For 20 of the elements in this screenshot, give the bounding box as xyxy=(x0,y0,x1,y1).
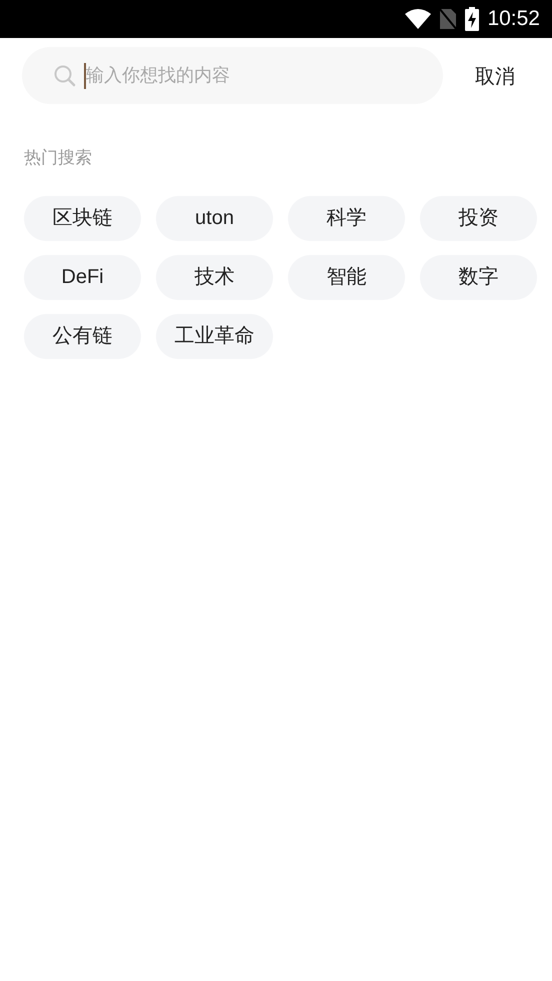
tag-chip[interactable]: 数字 xyxy=(420,254,537,300)
tag-chip[interactable]: 技术 xyxy=(156,254,273,300)
tag-chip[interactable]: 智能 xyxy=(288,254,405,300)
section-title: 热门搜索 xyxy=(24,147,93,170)
no-sim-icon xyxy=(439,8,458,30)
tag-chip[interactable]: 区块链 xyxy=(24,196,141,240)
tag-chip[interactable]: 科学 xyxy=(288,196,405,240)
tag-chip[interactable]: 工业革命 xyxy=(156,314,273,358)
tag-chip[interactable]: uton xyxy=(156,196,273,240)
search-field[interactable]: 输入你想找的内容 xyxy=(22,47,443,104)
search-input[interactable]: 输入你想找的内容 xyxy=(86,62,386,89)
wifi-icon xyxy=(405,9,432,29)
tag-chip[interactable]: 投资 xyxy=(420,196,537,240)
search-icon xyxy=(54,64,76,86)
cancel-button[interactable]: 取消 xyxy=(475,47,515,104)
tag-chip[interactable]: DeFi xyxy=(24,254,141,300)
tag-chip[interactable]: 公有链 xyxy=(24,314,141,358)
clock: 10:52 xyxy=(487,6,540,32)
text-cursor xyxy=(84,62,86,88)
battery-charging-icon xyxy=(465,7,480,31)
